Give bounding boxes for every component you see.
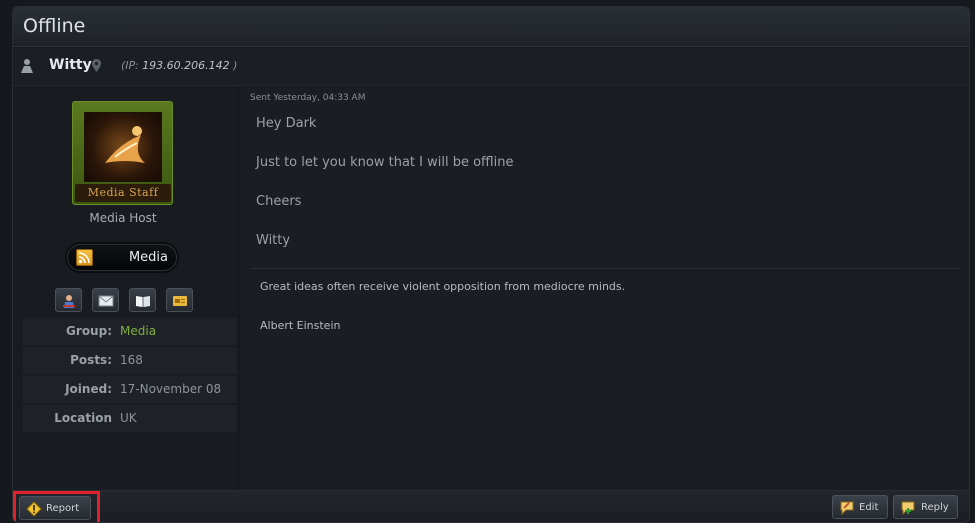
stat-location: Location UK [23, 405, 237, 432]
member-rank: Media Host [89, 211, 157, 225]
stat-label: Location [54, 411, 112, 425]
reply-bubble-icon [901, 501, 915, 516]
rss-icon [76, 249, 93, 266]
avatar-image [84, 112, 162, 182]
message-icon [98, 295, 114, 307]
stat-label: Posts: [70, 353, 112, 367]
author-sidebar: Media Staff Media Host Media Group: Medi… [13, 87, 238, 495]
message-line: Just to let you know that I will be offl… [256, 155, 514, 170]
user-icon [21, 59, 33, 73]
ip-suffix: ) [229, 59, 238, 72]
panel-title: Offline [23, 15, 86, 37]
stat-value[interactable]: Media [120, 324, 156, 338]
ip-value: 193.60.206.142 [142, 59, 230, 72]
view-profile-button[interactable] [55, 288, 82, 312]
message-content: Sent Yesterday, 04:33 AM Hey Dark Just t… [240, 87, 969, 495]
stat-posts: Posts: 168 [23, 347, 237, 374]
message-line: Hey Dark [256, 116, 317, 131]
avatar-emblem-icon [105, 126, 145, 163]
reply-button[interactable]: Reply [893, 495, 958, 519]
profile-icon [63, 295, 75, 308]
message-panel: Offline Witty (IP: 193.60.206.142 ) Medi… [12, 6, 970, 523]
report-button[interactable]: Report [19, 496, 91, 520]
view-card-button[interactable] [166, 288, 193, 312]
signature-quote: Great ideas often receive violent opposi… [260, 280, 626, 293]
report-highlight: Report [13, 491, 100, 522]
avatar[interactable]: Media Staff [72, 101, 173, 205]
stat-value: UK [120, 411, 137, 425]
card-icon [173, 296, 187, 306]
ip-address[interactable]: (IP: 193.60.206.142 ) [121, 59, 237, 72]
reply-label: Reply [921, 502, 949, 513]
message-line: Witty [256, 233, 291, 248]
post-actions-bar: Report Edit Reply [13, 490, 969, 522]
author-username[interactable]: Witty [49, 57, 92, 73]
stat-value: 17-November 08 [120, 382, 222, 396]
stat-joined: Joined: 17-November 08 [23, 376, 237, 403]
ip-prefix: (IP: [121, 59, 143, 72]
book-icon [136, 296, 150, 307]
sent-timestamp: Sent Yesterday, 04:33 AM [250, 93, 366, 103]
stat-label: Joined: [65, 382, 112, 396]
stat-group: Group: Media [23, 318, 237, 345]
edit-bubble-icon [840, 501, 854, 516]
signature-divider [250, 268, 960, 269]
edit-button[interactable]: Edit [832, 495, 888, 519]
stat-label: Group: [66, 324, 112, 338]
edit-label: Edit [859, 502, 879, 513]
author-row: Witty (IP: 193.60.206.142 ) [13, 48, 969, 86]
group-badge-label: Media [128, 250, 168, 265]
avatar-caption: Media Staff [75, 184, 171, 202]
report-label: Report [46, 503, 80, 514]
send-message-button[interactable] [92, 288, 119, 312]
warning-icon [26, 501, 42, 517]
signature-author: Albert Einstein [260, 319, 341, 332]
view-blog-button[interactable] [129, 288, 156, 312]
panel-header: Offline [13, 7, 969, 47]
group-badge: Media [67, 244, 177, 271]
location-pin-icon [92, 59, 101, 72]
stat-value: 168 [120, 353, 143, 367]
message-line: Cheers [256, 194, 302, 209]
